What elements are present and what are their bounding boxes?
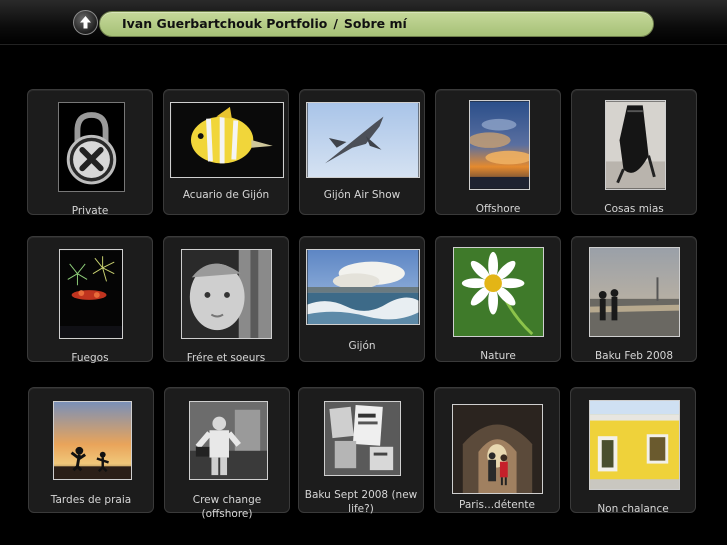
yellow-house-photo	[589, 400, 680, 490]
album-title: Frére et soeurs	[186, 352, 266, 364]
lock-icon	[58, 102, 125, 192]
tunnel-couple-photo	[452, 404, 543, 494]
coast-photo	[306, 249, 420, 325]
album-title: Paris...détente	[459, 499, 535, 511]
album-title: Baku Feb 2008	[594, 350, 674, 362]
album-title: Acuario de Gijón	[182, 189, 270, 201]
album-tile-paris-detente[interactable]: Paris...détente	[434, 387, 560, 513]
child-portrait-photo	[181, 249, 272, 339]
album-tile-nature[interactable]: Nature	[435, 236, 561, 362]
album-tile-acuario[interactable]: Acuario de Gijón	[163, 89, 289, 215]
breadcrumb: Ivan Guerbartchouk Portfolio / Sobre mí	[99, 11, 654, 37]
waterfront-photo	[589, 247, 680, 337]
album-tile-baku-feb-2008[interactable]: Baku Feb 2008	[571, 236, 697, 362]
arrow-up-icon	[80, 16, 91, 29]
breadcrumb-separator: /	[333, 16, 338, 31]
album-title: Non chalance	[597, 503, 669, 515]
beach-silhouette-photo	[53, 401, 132, 480]
posters-photo	[324, 401, 401, 476]
daisy-photo	[453, 247, 544, 337]
breadcrumb-current: Sobre mí	[343, 16, 407, 31]
album-tile-frere-et-soeurs[interactable]: Frére et soeurs	[163, 236, 289, 364]
jet-photo	[306, 102, 420, 178]
album-tile-non-chalance[interactable]: Non chalance	[570, 387, 696, 515]
fish-photo	[170, 102, 284, 178]
fireworks-photo	[59, 249, 123, 339]
album-title: Fuegos	[71, 352, 109, 364]
sunset-sky-photo	[469, 100, 530, 190]
album-title: Gijón	[348, 340, 376, 352]
album-tile-fuegos[interactable]: Fuegos	[27, 236, 153, 364]
up-arrow-button[interactable]	[73, 10, 98, 35]
album-tile-private[interactable]: Private	[27, 89, 153, 217]
album-title: Cosas mias	[604, 203, 664, 215]
album-tile-tardes-de-praia[interactable]: Tardes de praia	[28, 387, 154, 513]
worker-photo	[189, 401, 268, 480]
album-tile-cosas-mias[interactable]: Cosas mias	[571, 89, 697, 215]
album-tile-air-show[interactable]: Gijón Air Show	[299, 89, 425, 215]
album-title: Nature	[480, 350, 516, 362]
album-tile-offshore[interactable]: Offshore	[435, 89, 561, 215]
bag-photo	[605, 100, 666, 190]
breadcrumb-root-link[interactable]: Ivan Guerbartchouk Portfolio	[122, 16, 327, 31]
album-title: Private	[71, 205, 109, 217]
album-title: Gijón Air Show	[323, 189, 401, 201]
album-tile-crew-change[interactable]: Crew change (offshore)	[164, 387, 290, 520]
album-title: Crew change (offshore)	[192, 494, 262, 520]
top-bar: Ivan Guerbartchouk Portfolio / Sobre mí	[0, 0, 727, 45]
album-tile-baku-sept-2008[interactable]: Baku Sept 2008 (new life?)	[298, 387, 424, 515]
album-title: Baku Sept 2008 (new life?)	[304, 489, 418, 515]
album-tile-gijon[interactable]: Gijón	[299, 236, 425, 362]
album-title: Tardes de praia	[50, 494, 132, 506]
album-title: Offshore	[475, 203, 521, 215]
